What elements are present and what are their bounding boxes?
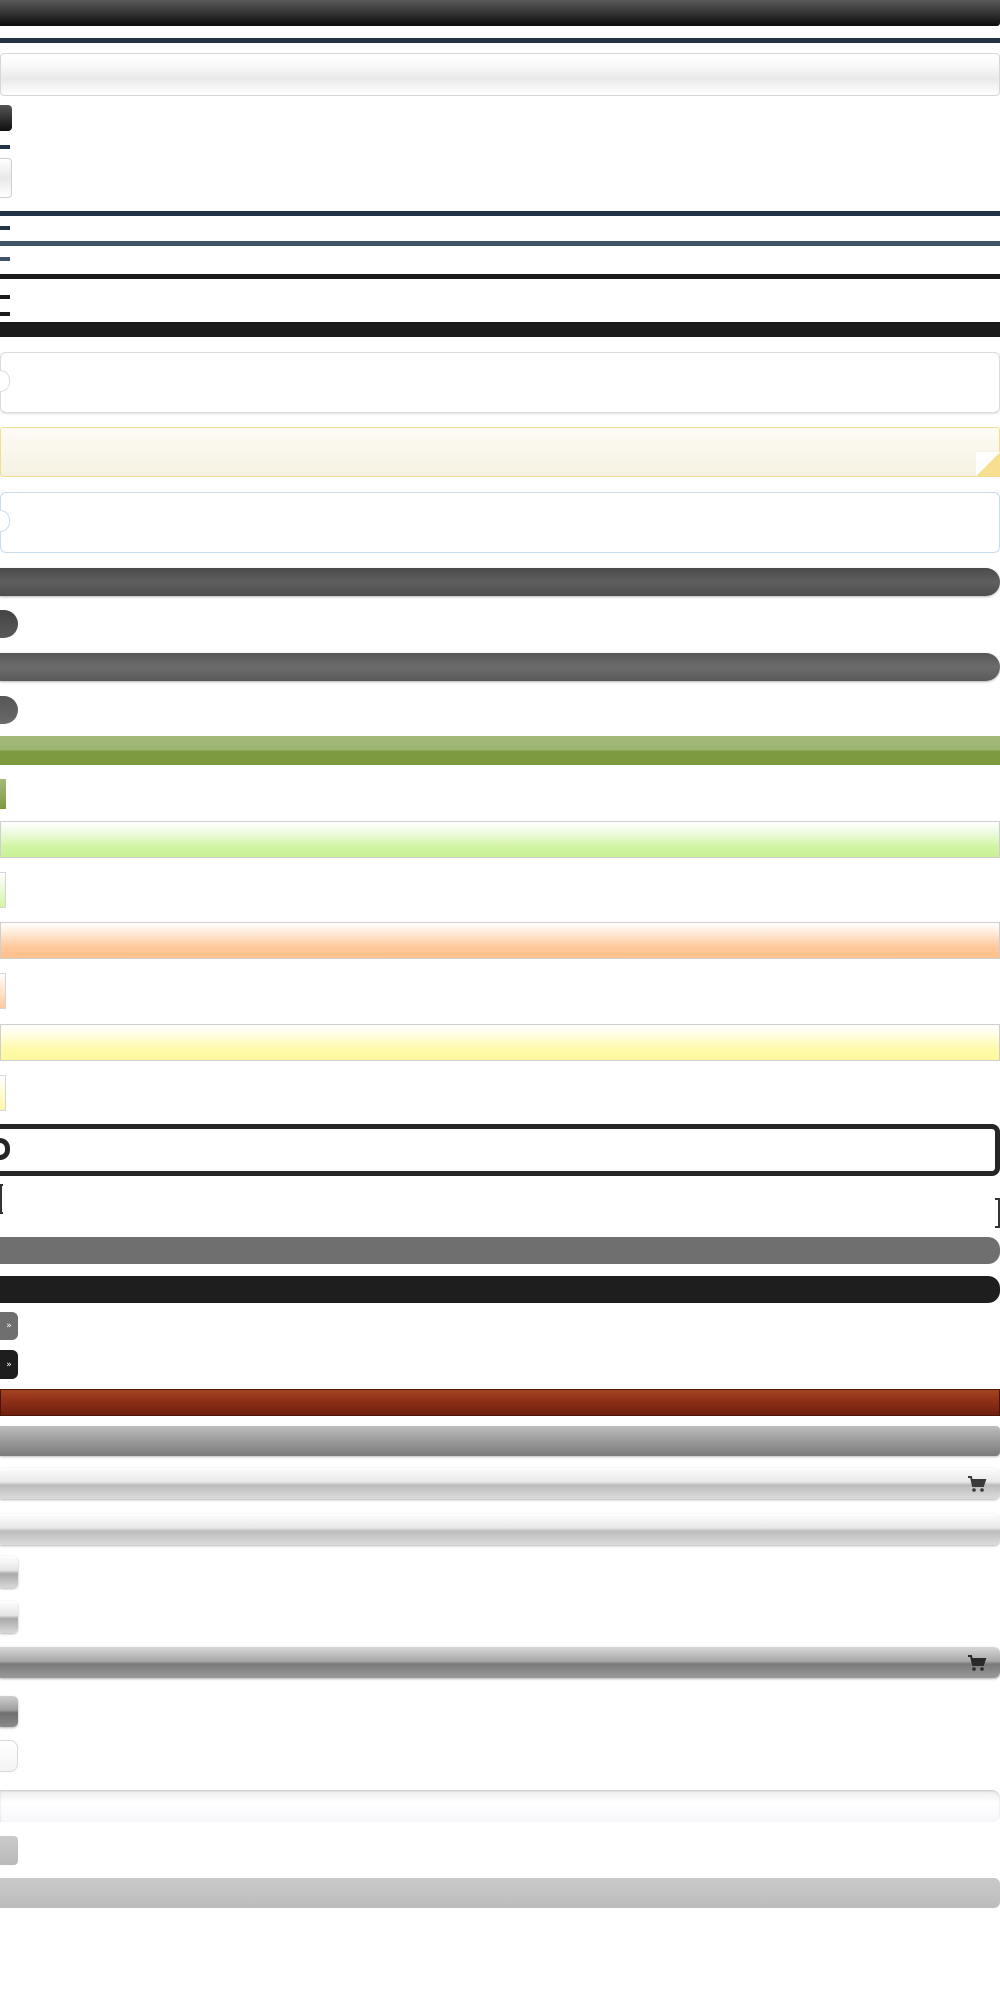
medium-gray-knob[interactable] [0, 696, 18, 724]
dark-gray-bar [0, 568, 1000, 596]
black-divider-tick-2 [0, 312, 10, 316]
black-chevron-button[interactable]: » [0, 1350, 18, 1379]
navy-rule [0, 38, 1000, 43]
sticky-note [0, 427, 1000, 477]
light-gray-bar [0, 53, 1000, 96]
medium-gray-bar [0, 653, 1000, 681]
black-divider [0, 274, 1000, 279]
small-dark-button[interactable] [0, 105, 12, 131]
white-panel [0, 352, 1000, 413]
cart-icon[interactable] [967, 1475, 987, 1493]
peach-tick [0, 973, 6, 1009]
dark-silver-small-button[interactable] [0, 1696, 18, 1727]
dark-silver-cart-bar [0, 1647, 1000, 1678]
peach-bar [0, 922, 1000, 959]
slate-divider [0, 241, 1000, 246]
silver-bar [0, 1514, 1000, 1545]
bracket-right [995, 1198, 1000, 1228]
cart-icon[interactable] [967, 1654, 987, 1672]
olive-green-tick [0, 779, 6, 809]
yellow-tick [0, 1075, 6, 1111]
bracket-left [0, 1184, 3, 1214]
black-pill-bar [0, 1276, 1000, 1303]
white-small-button[interactable] [0, 1740, 18, 1772]
olive-green-bar [0, 736, 1000, 765]
lime-tick [0, 872, 6, 908]
small-light-button[interactable] [0, 158, 12, 198]
yellow-bar [0, 1024, 1000, 1061]
rust-bar [0, 1389, 1000, 1416]
subtle-white-bar [0, 1790, 1000, 1822]
black-divider-tick-1 [0, 295, 10, 299]
double-chevron-icon: » [6, 1360, 12, 1370]
gray-pill-bar [0, 1237, 1000, 1264]
silver-small-button-2[interactable] [0, 1601, 18, 1633]
blue-border-panel [0, 492, 1000, 553]
top-dark-bar [0, 0, 1000, 26]
sticky-note-fold [976, 452, 1000, 477]
black-outlined-panel [0, 1124, 1000, 1176]
black-band [0, 322, 1000, 337]
gray-gradient-bar [0, 1426, 1000, 1456]
navy-divider [0, 211, 1000, 216]
silver-small-button-1[interactable] [0, 1556, 18, 1588]
slate-divider-tick [0, 257, 10, 261]
navy-divider-tick [0, 226, 10, 230]
navy-tick [0, 145, 10, 149]
double-chevron-icon: » [6, 1321, 12, 1331]
lime-bar [0, 821, 1000, 858]
dark-gray-knob[interactable] [0, 610, 18, 638]
gray-chevron-button[interactable]: » [0, 1312, 18, 1340]
light-gray-small-button[interactable] [0, 1836, 18, 1865]
bottom-silver-bar [0, 1878, 1000, 1908]
silver-cart-bar [0, 1468, 1000, 1499]
